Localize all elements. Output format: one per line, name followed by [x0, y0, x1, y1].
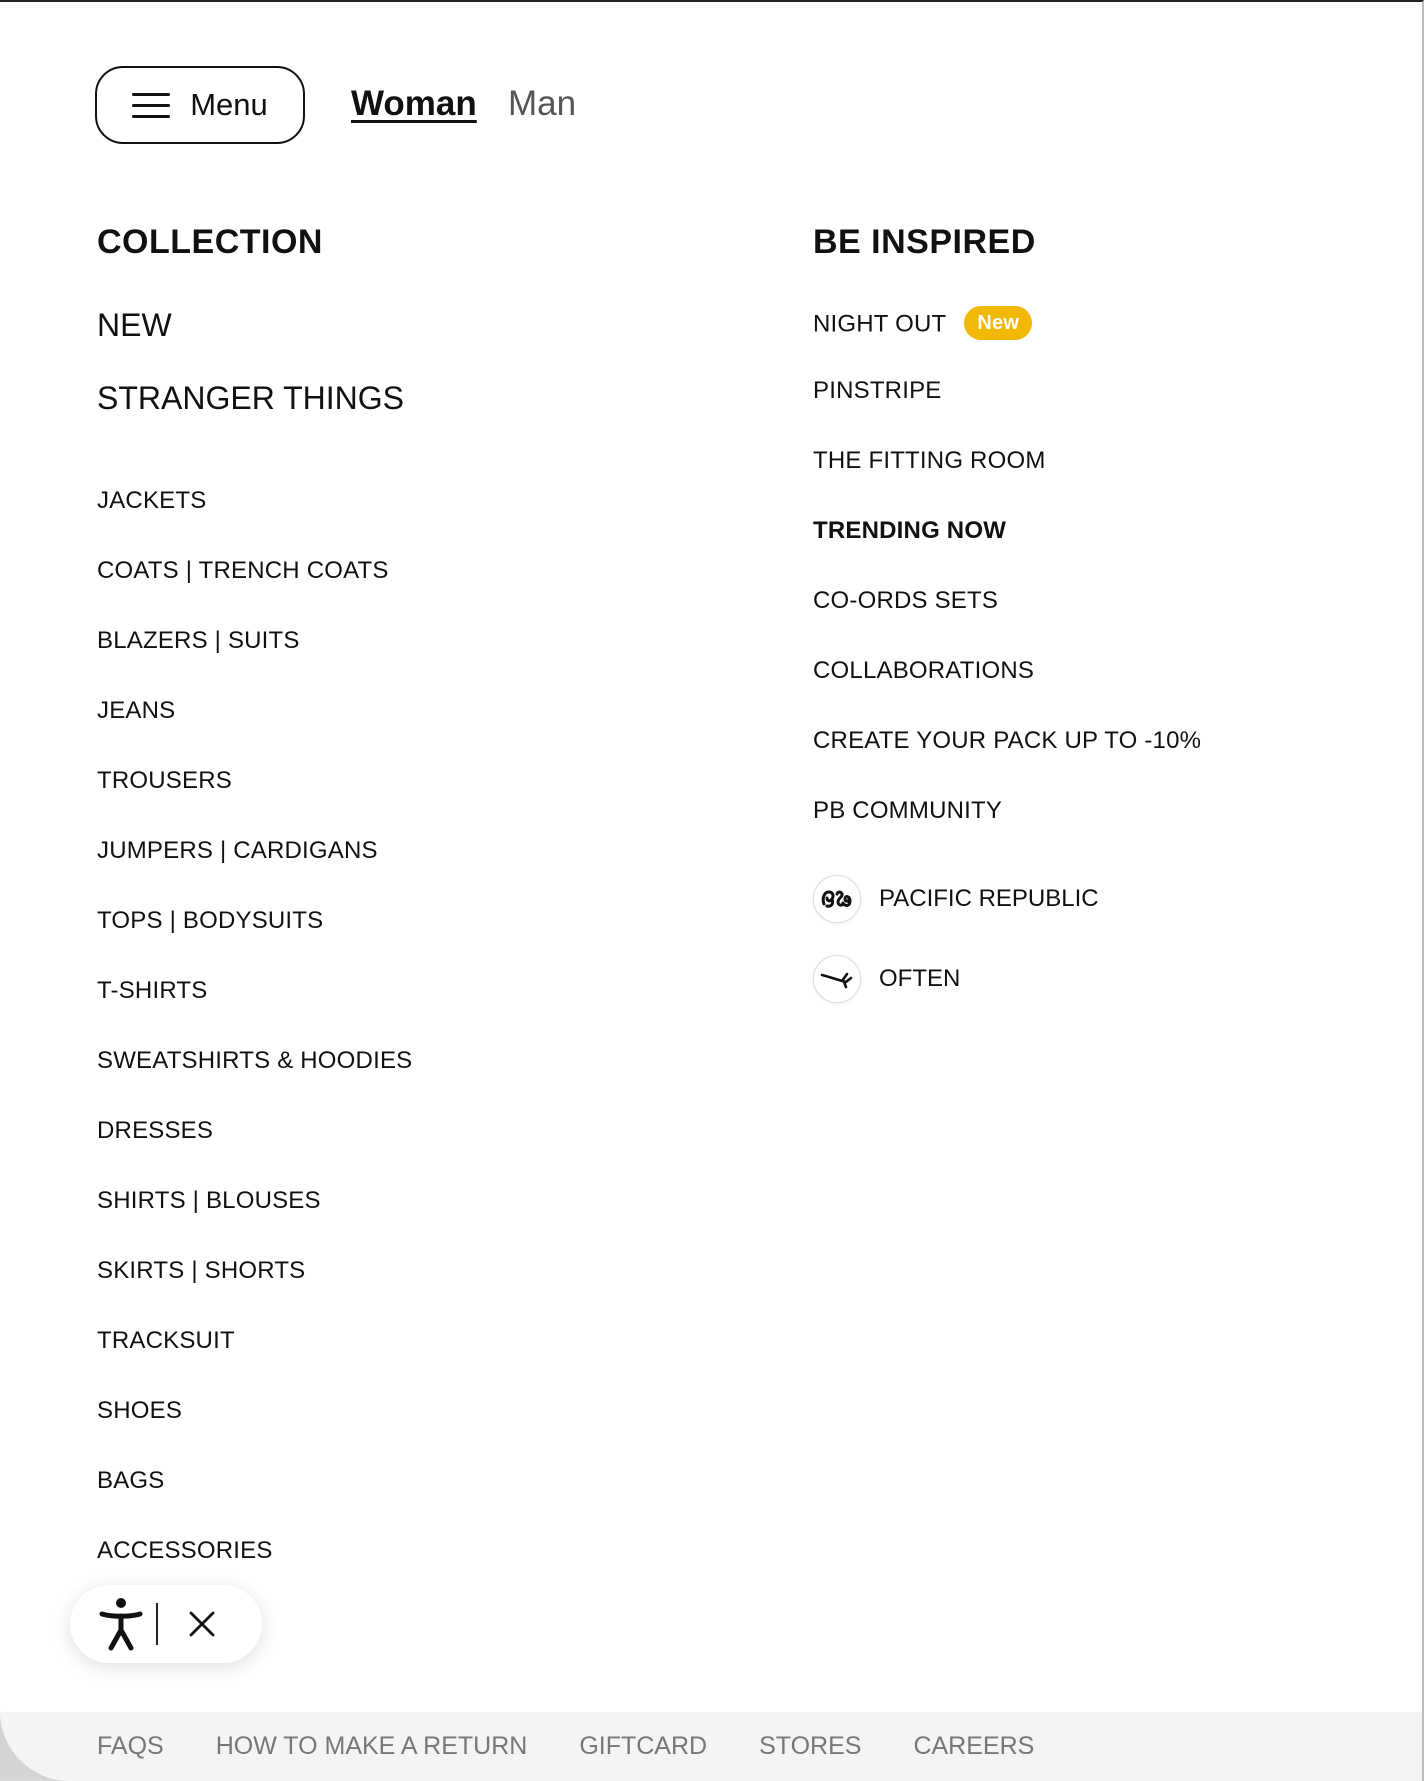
- be-inspired-column: BE INSPIRED NIGHT OUT New PINSTRIPE THE F…: [813, 222, 1201, 1003]
- footer-links: FAQS HOW TO MAKE A RETURN GIFTCARD STORE…: [97, 1712, 1034, 1781]
- footer-link-returns[interactable]: HOW TO MAKE A RETURN: [216, 1732, 528, 1761]
- brand-label: OFTEN: [879, 965, 961, 992]
- footer-link-stores[interactable]: STORES: [759, 1732, 861, 1761]
- category-item[interactable]: SWEATSHIRTS & HOODIES: [97, 1047, 412, 1075]
- category-item[interactable]: TRACKSUIT: [97, 1327, 235, 1355]
- menu-item-stranger-things[interactable]: STRANGER THINGS: [97, 380, 404, 417]
- new-badge: New: [964, 306, 1033, 340]
- inspired-item-trending-now[interactable]: TRENDING NOW: [813, 517, 1006, 545]
- category-item[interactable]: BLAZERS | SUITS: [97, 627, 300, 655]
- brand-label: PACIFIC REPUBLIC: [879, 885, 1099, 912]
- footer-link-giftcard[interactable]: GIFTCARD: [579, 1732, 707, 1761]
- be-inspired-title: BE INSPIRED: [813, 223, 1036, 261]
- category-item[interactable]: ACCESSORIES: [97, 1537, 273, 1565]
- navigation-menu-page: Menu Woman Man COLLECTION NEW STRANGER T…: [0, 0, 1424, 1781]
- separator: [156, 1603, 158, 1645]
- category-item[interactable]: JEANS: [97, 697, 175, 725]
- accessibility-person-icon[interactable]: [98, 1596, 144, 1652]
- category-item[interactable]: SKIRTS | SHORTS: [97, 1257, 305, 1285]
- category-item[interactable]: TROUSERS: [97, 767, 232, 795]
- brand-item-pacific-republic[interactable]: PACIFIC REPUBLIC: [813, 875, 1099, 923]
- menu-item-new[interactable]: NEW: [97, 307, 172, 344]
- inspired-item[interactable]: PINSTRIPE: [813, 377, 942, 405]
- category-item[interactable]: BAGS: [97, 1467, 165, 1495]
- category-item[interactable]: T-SHIRTS: [97, 977, 208, 1005]
- category-item[interactable]: TOPS | BODYSUITS: [97, 907, 323, 935]
- tab-man[interactable]: Man: [508, 84, 576, 124]
- often-logo-icon: [813, 955, 861, 1003]
- inspired-item-night-out[interactable]: NIGHT OUT New: [813, 306, 1033, 342]
- footer-link-careers[interactable]: CAREERS: [913, 1732, 1034, 1761]
- pacific-republic-logo-icon: [813, 875, 861, 923]
- menu-button-label: Menu: [190, 87, 268, 122]
- footer: FAQS HOW TO MAKE A RETURN GIFTCARD STORE…: [0, 1712, 1422, 1781]
- accessibility-widget: [70, 1585, 262, 1663]
- category-item[interactable]: JUMPERS | CARDIGANS: [97, 837, 378, 865]
- inspired-item[interactable]: CO-ORDS SETS: [813, 587, 998, 615]
- hamburger-icon: [132, 91, 171, 119]
- inspired-item[interactable]: COLLABORATIONS: [813, 657, 1034, 685]
- inspired-item-label: NIGHT OUT: [813, 310, 947, 338]
- screen-frame: Menu Woman Man COLLECTION NEW STRANGER T…: [0, 0, 1424, 1781]
- collection-title: COLLECTION: [97, 223, 323, 261]
- category-item[interactable]: SHIRTS | BLOUSES: [97, 1187, 321, 1215]
- brand-item-often[interactable]: OFTEN: [813, 955, 960, 1003]
- category-item[interactable]: JACKETS: [97, 487, 206, 515]
- collection-column: COLLECTION NEW STRANGER THINGS JACKETS C…: [97, 222, 412, 1564]
- menu-button[interactable]: Menu: [95, 66, 305, 144]
- inspired-item[interactable]: PB COMMUNITY: [813, 797, 1002, 825]
- tab-woman[interactable]: Woman: [351, 84, 477, 124]
- close-icon[interactable]: [188, 1610, 216, 1638]
- category-item[interactable]: DRESSES: [97, 1117, 213, 1145]
- category-item[interactable]: SHOES: [97, 1397, 182, 1425]
- inspired-item[interactable]: THE FITTING ROOM: [813, 447, 1046, 475]
- inspired-item[interactable]: CREATE YOUR PACK UP TO -10%: [813, 727, 1201, 755]
- footer-link-faqs[interactable]: FAQS: [97, 1732, 164, 1761]
- category-item[interactable]: COATS | TRENCH COATS: [97, 557, 389, 585]
